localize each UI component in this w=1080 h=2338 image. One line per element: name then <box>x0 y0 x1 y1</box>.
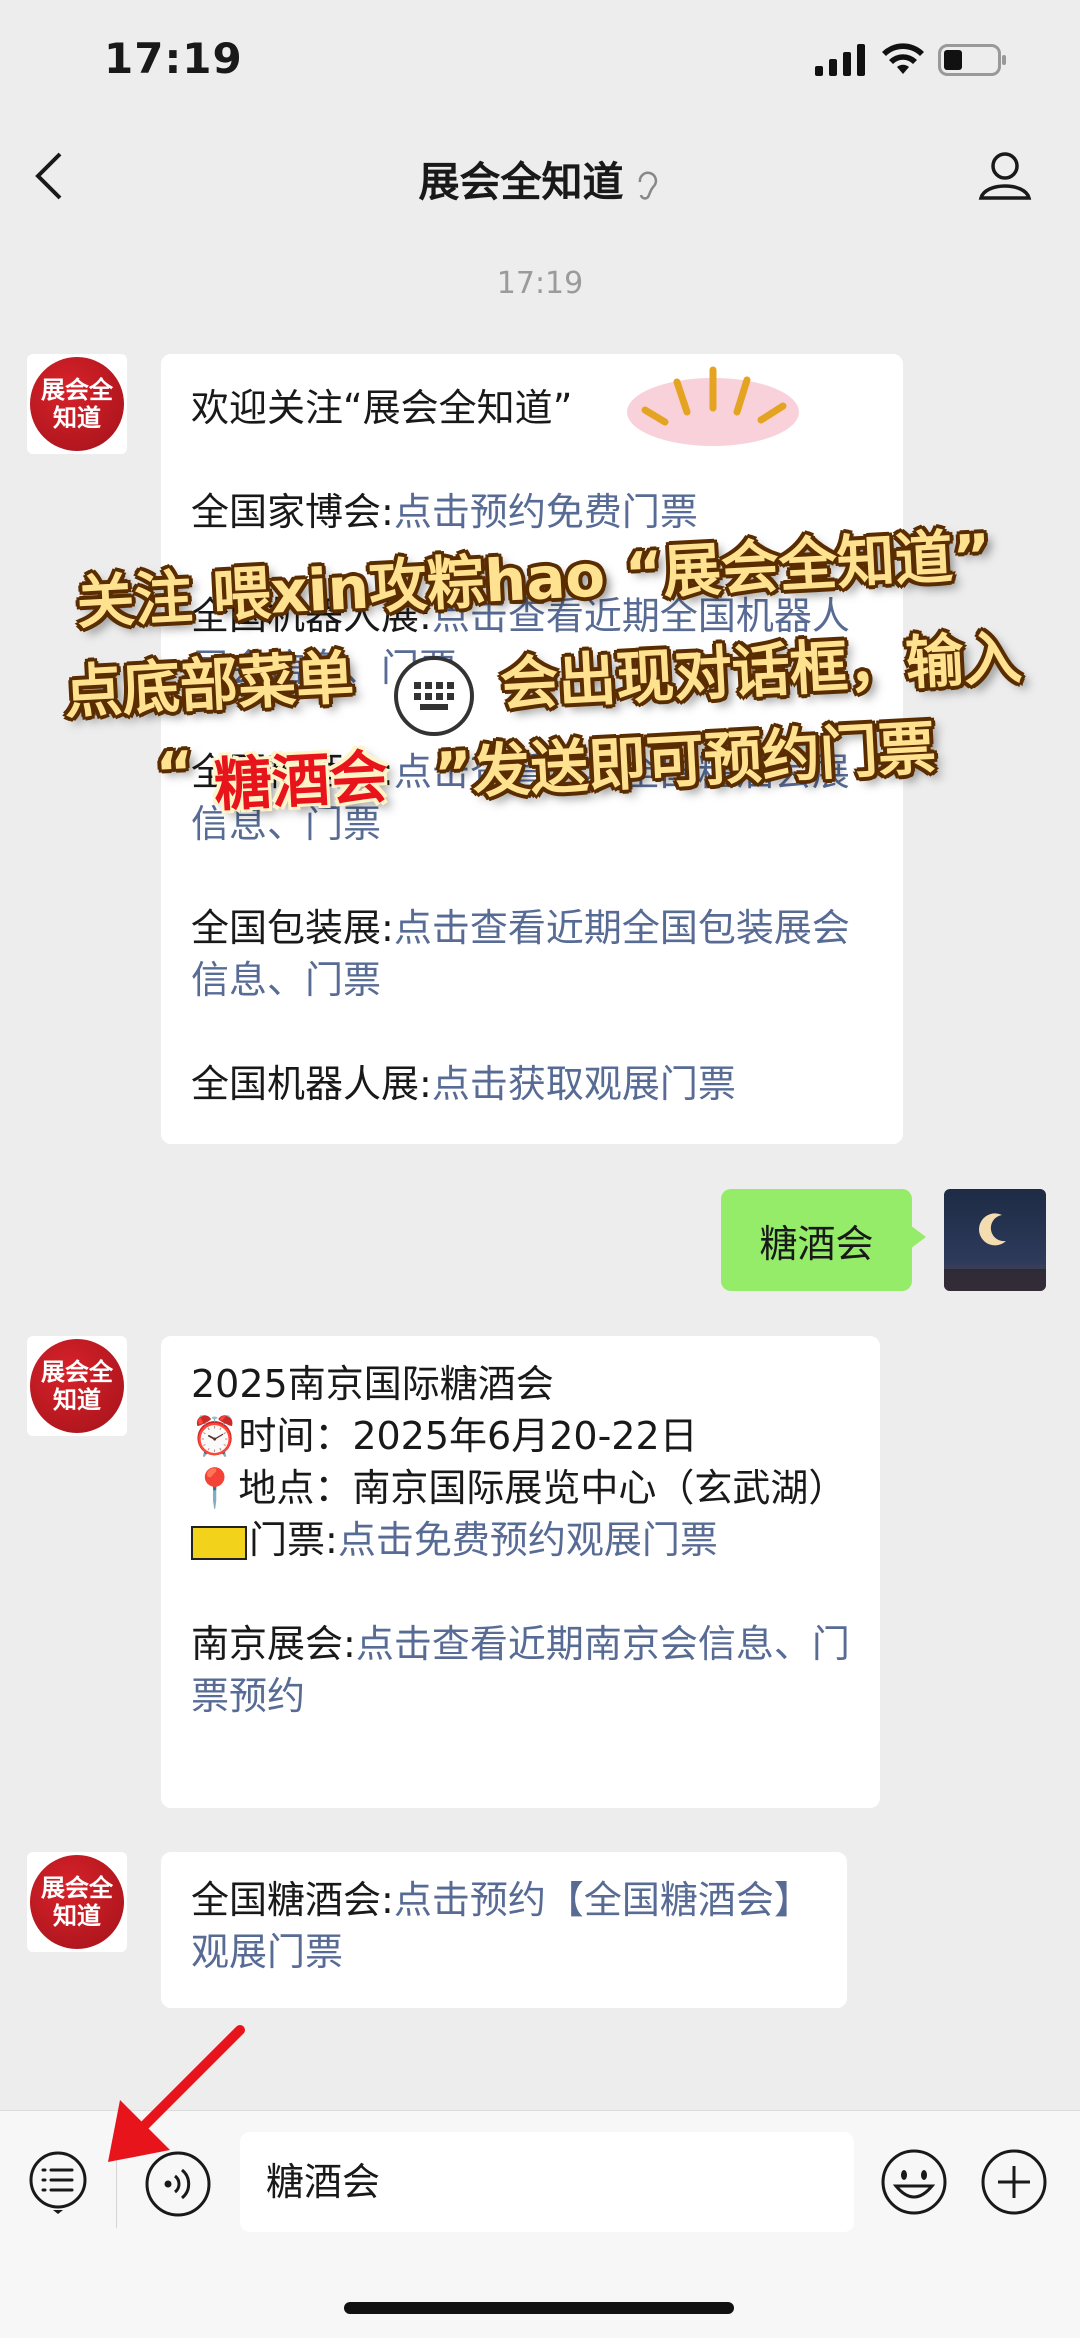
place-label: 📍地点： <box>191 1466 353 1510</box>
message-bubble-tangjiu: 全国糖酒会:点击预约【全国糖酒会】观展门票 <box>161 1852 847 2008</box>
page-title: 展会全知道 <box>0 148 1080 208</box>
row-label: 全国包装展: <box>191 906 394 950</box>
profile-icon[interactable] <box>975 146 1035 206</box>
avatar[interactable]: 展会全知道 <box>27 1336 127 1436</box>
sparkle-emoji-icon <box>627 366 799 446</box>
plus-icon[interactable] <box>980 2148 1048 2216</box>
overlay-highlight: 糖酒会 <box>212 742 390 820</box>
home-indicator <box>344 2302 734 2314</box>
ticket-icon <box>191 1525 247 1560</box>
ear-icon <box>638 171 657 200</box>
avatar[interactable]: 展会全知道 <box>27 354 127 454</box>
place-value: 南京国际展览中心（玄武湖） <box>352 1466 847 1510</box>
status-time: 17:19 <box>104 34 243 83</box>
keyboard-icon <box>394 656 474 736</box>
row-link[interactable]: 点击预约免费门票 <box>394 490 698 534</box>
page-title-text: 展会全知道 <box>418 158 624 206</box>
avatar[interactable]: 展会全知道 <box>27 1852 127 1952</box>
arrow-icon <box>108 2025 245 2162</box>
emoji-icon[interactable] <box>880 2148 948 2216</box>
sent-message-text: 糖酒会 <box>759 1221 874 1266</box>
event-title: 2025南京国际糖酒会 <box>191 1362 554 1406</box>
message-input[interactable]: 糖酒会 <box>240 2132 854 2232</box>
my-avatar[interactable] <box>944 1189 1046 1291</box>
avatar-text: 展会全知道 <box>30 1339 124 1433</box>
avatar-text: 展会全知道 <box>30 357 124 451</box>
message-timestamp: 17:19 <box>496 266 584 301</box>
battery-icon <box>938 44 1006 76</box>
overlay-line-2a: 点底部菜单 <box>62 643 356 727</box>
menu-icon[interactable] <box>26 2150 90 2214</box>
row-label: 全国家博会: <box>191 490 394 534</box>
overlay-line-3a: “ <box>154 738 196 808</box>
ticket-link[interactable]: 点击免费预约观展门票 <box>338 1518 718 1562</box>
message-bubble-event: 2025南京国际糖酒会 ⏰时间：2025年6月20-22日 📍地点：南京国际展览… <box>161 1336 880 1808</box>
moon-avatar-image <box>944 1189 1046 1291</box>
avatar-text: 展会全知道 <box>30 1855 124 1949</box>
row-link[interactable]: 点击获取观展门票 <box>432 1062 736 1106</box>
sent-message-bubble: 糖酒会 <box>721 1189 926 1291</box>
time-value: 2025年6月20-22日 <box>352 1414 698 1458</box>
wifi-icon <box>882 43 924 74</box>
row-label: 全国机器人展: <box>191 1062 432 1106</box>
signal-icon <box>815 44 865 76</box>
tangjiu-label: 全国糖酒会: <box>191 1878 394 1922</box>
ticket-label: 门票: <box>249 1518 338 1562</box>
time-label: ⏰时间： <box>191 1414 353 1458</box>
nanjing-label: 南京展会: <box>191 1622 356 1666</box>
